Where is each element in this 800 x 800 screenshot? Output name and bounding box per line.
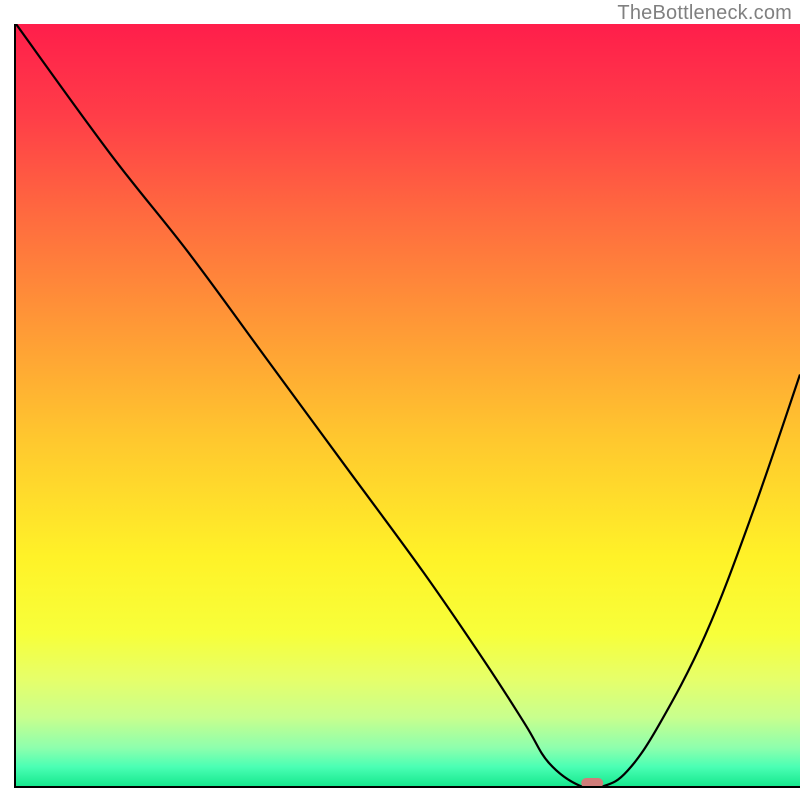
x-axis (14, 786, 800, 788)
gradient-background (16, 24, 800, 786)
plot-area (14, 24, 800, 786)
highlight-pill (581, 778, 603, 786)
chart-svg (14, 24, 800, 786)
chart-container: TheBottleneck.com (0, 0, 800, 800)
watermark-text: TheBottleneck.com (617, 2, 792, 25)
